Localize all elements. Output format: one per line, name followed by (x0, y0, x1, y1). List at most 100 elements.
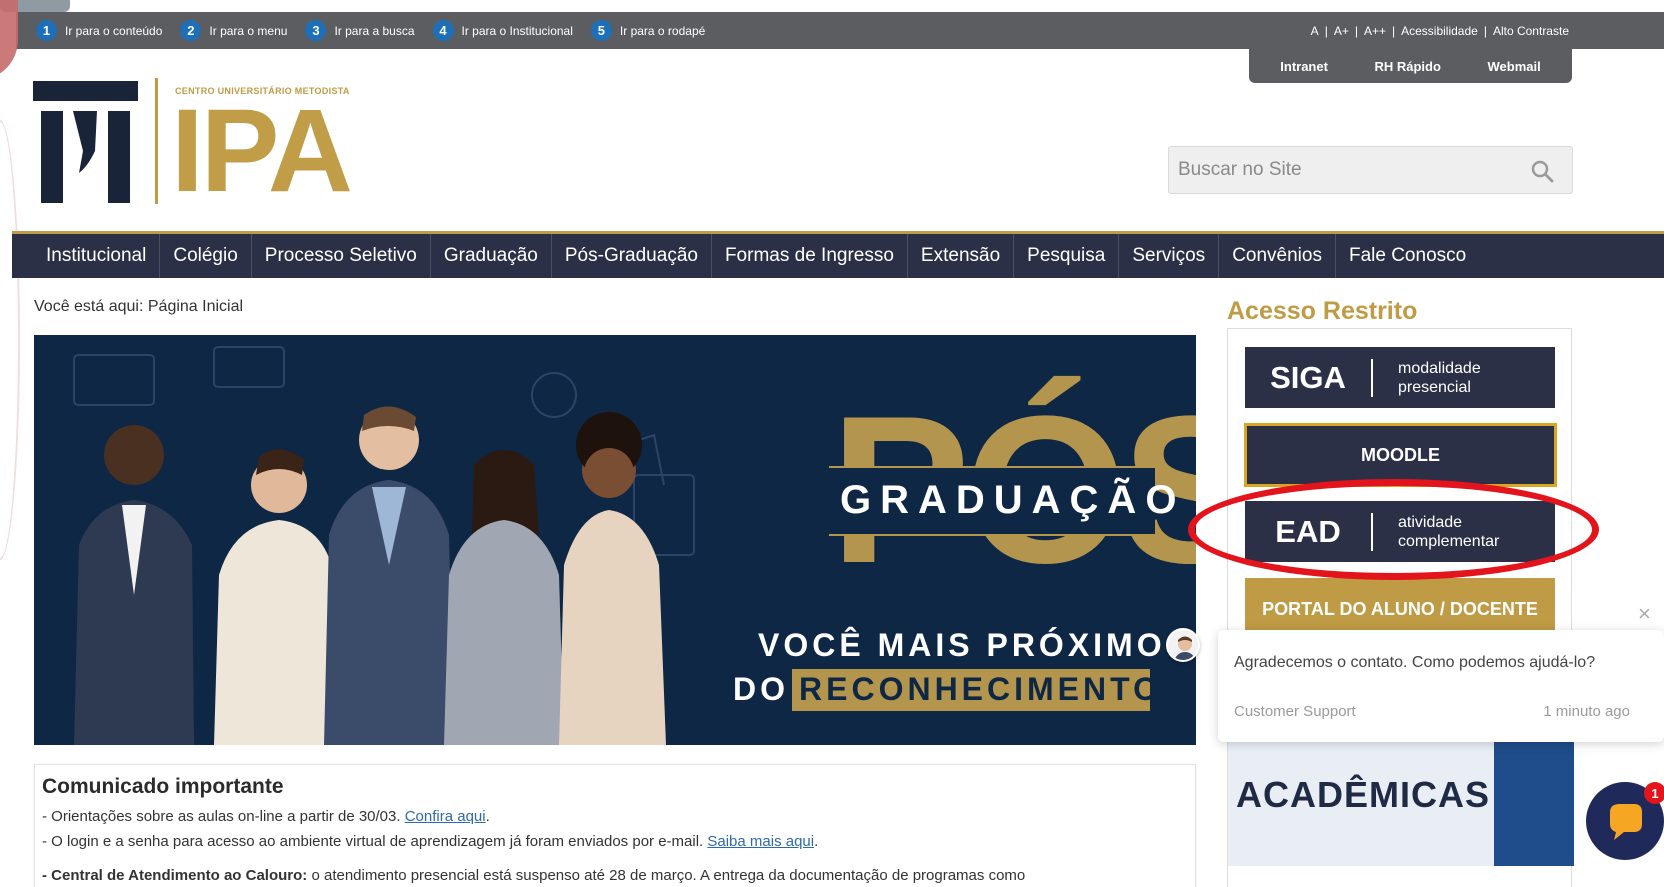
skip-link-footer[interactable]: 5 Ir para o rodapé (590, 20, 706, 41)
skip-number: 1 (36, 20, 57, 41)
accessibility-controls: A | A+ | A++ | Acessibilidade | Alto Con… (1311, 12, 1569, 49)
nav-item-formas-ingresso[interactable]: Formas de Ingresso (712, 234, 908, 278)
separator: | (1391, 23, 1396, 38)
skip-label: Ir para o rodapé (619, 23, 706, 38)
notice-title: Comunicado importante (42, 775, 284, 798)
skip-number: 5 (590, 20, 612, 41)
nav-item-pesquisa[interactable]: Pesquisa (1014, 234, 1120, 278)
main-nav: Institucional Colégio Processo Seletivo … (12, 234, 1664, 278)
academicas-text: ACADÊMICAS (1236, 774, 1491, 815)
confira-aqui-link[interactable]: Confira aqui (405, 808, 486, 825)
siga-subtitle-line1: modalidade (1398, 359, 1481, 377)
search-input[interactable] (1169, 159, 1509, 181)
banner-band-line (829, 534, 1155, 536)
breadcrumb: Você está aqui: Página Inicial (34, 298, 243, 316)
nav-item-convenios[interactable]: Convênios (1219, 234, 1336, 278)
skip-label: Ir para o Institucional (461, 23, 573, 38)
decorative-corner (0, 0, 18, 80)
skip-link-menu[interactable]: 2 Ir para o menu (180, 20, 287, 41)
accessibility-link[interactable]: Acessibilidade (1401, 24, 1478, 38)
skip-links: 1 Ir para o conteúdo 2 Ir para o menu 3 … (36, 20, 723, 41)
decorative-arc (0, 120, 20, 560)
notice-gap (42, 854, 1188, 863)
support-avatar (1166, 628, 1200, 662)
hero-banner[interactable]: PÓS GRADUAÇÃO VOCÊ MAIS PRÓXIMO DO RECON… (34, 335, 1196, 745)
breadcrumb-label: Você está aqui: (34, 298, 144, 315)
chat-time: 1 minuto ago (1543, 703, 1630, 720)
separator: | (1354, 23, 1358, 38)
logo-name: IPA (171, 85, 353, 217)
nav-item-pos-graduacao[interactable]: Pós-Graduação (552, 234, 712, 278)
nav-item-processo-seletivo[interactable]: Processo Seletivo (252, 234, 431, 278)
button-divider (1371, 358, 1373, 397)
nav-item-servicos[interactable]: Serviços (1119, 234, 1220, 278)
banner-slogan-line1: VOCÊ MAIS PRÓXIMO (758, 627, 1166, 663)
skip-label: Ir para a busca (334, 23, 415, 38)
chat-footer: Customer Support 1 minuto ago (1234, 703, 1630, 720)
chat-message: Agradecemos o contato. Como podemos ajud… (1234, 654, 1596, 671)
nav-item-extensao[interactable]: Extensão (908, 234, 1015, 278)
siga-subtitle: modalidade presencial (1398, 359, 1481, 397)
siga-subtitle-line2: presencial (1398, 378, 1471, 396)
tools-tab: Intranet RH Rápido Webmail (1249, 49, 1572, 83)
banner-band-line (829, 466, 1155, 468)
notice-text: - Orientações sobre as aulas on-line a p… (42, 808, 405, 825)
notice-box: Comunicado importante - Orientações sobr… (34, 764, 1196, 887)
notice-line: - Orientações sobre as aulas on-line a p… (42, 804, 1188, 829)
skip-label: Ir para o menu (209, 23, 288, 38)
nav-item-graduacao[interactable]: Graduação (431, 234, 552, 278)
notice-text: o atendimento presencial está suspenso a… (307, 867, 1026, 884)
skip-link-content[interactable]: 1 Ir para o conteúdo (36, 20, 162, 41)
webmail-link[interactable]: Webmail (1487, 59, 1540, 74)
banner-slogan-prefix: DO (733, 671, 789, 707)
notice-bold-text: - Central de Atendimento ao Calouro: (42, 867, 308, 884)
button-divider (1371, 512, 1373, 551)
restricted-access-title: Acesso Restrito (1227, 297, 1418, 325)
chat-agent: Customer Support (1234, 703, 1356, 720)
search-box (1168, 146, 1573, 194)
search-icon[interactable] (1530, 159, 1554, 183)
notice-line: - Central de Atendimento ao Calouro: o a… (42, 863, 1188, 887)
font-increase-more-button[interactable]: A++ (1364, 24, 1386, 38)
nav-item-fale-conosco[interactable]: Fale Conosco (1336, 234, 1479, 278)
ead-subtitle-line1: atividade (1398, 513, 1463, 531)
site-logo[interactable]: CENTRO UNIVERSITÁRIO METODISTA IPA (33, 78, 403, 217)
nav-item-institucional[interactable]: Institucional (12, 234, 161, 278)
ead-subtitle-line2: complementar (1398, 532, 1500, 550)
notice-text: . (485, 808, 490, 825)
moodle-button[interactable]: MOODLE (1244, 423, 1557, 487)
siga-button[interactable]: SIGA modalidade presencial (1245, 347, 1555, 408)
intranet-link[interactable]: Intranet (1280, 59, 1328, 74)
ead-subtitle: atividade complementar (1398, 513, 1499, 551)
nav-item-colegio[interactable]: Colégio (160, 234, 252, 278)
skip-number: 3 (305, 20, 327, 41)
ead-label: EAD (1275, 513, 1341, 549)
chat-popup[interactable]: Agradecemos o contato. Como podemos ajud… (1218, 630, 1664, 742)
skip-label: Ir para o conteúdo (65, 23, 163, 38)
notice-text: - O login e a senha para acesso ao ambie… (42, 833, 708, 850)
banner-graduacao-text: GRADUAÇÃO (840, 478, 1186, 522)
accessibility-bar: 1 Ir para o conteúdo 2 Ir para o menu 3 … (16, 12, 1664, 49)
banner-slogan-highlight: RECONHECIMENTO (799, 671, 1162, 707)
saiba-mais-link[interactable]: Saiba mais aqui (707, 833, 814, 850)
logo-divider (155, 78, 158, 204)
skip-number: 4 (432, 20, 454, 41)
close-icon[interactable]: × (1638, 601, 1651, 627)
skip-link-search[interactable]: 3 Ir para a busca (305, 20, 415, 41)
notice-text: . (814, 833, 819, 850)
font-increase-button[interactable]: A+ (1334, 24, 1349, 38)
skip-number: 2 (180, 20, 202, 41)
people-illustration (73, 346, 695, 745)
separator: | (1483, 23, 1487, 38)
rh-rapido-link[interactable]: RH Rápido (1374, 59, 1440, 74)
breadcrumb-current: Página Inicial (147, 298, 244, 315)
font-normal-button[interactable]: A (1311, 24, 1319, 38)
ipa-mark-icon (33, 81, 138, 203)
separator: | (1324, 23, 1328, 38)
high-contrast-button[interactable]: Alto Contraste (1493, 24, 1569, 38)
chat-notification-badge: 1 (1644, 782, 1664, 804)
skip-link-institutional[interactable]: 4 Ir para o Institucional (432, 20, 573, 41)
notice-line: - O login e a senha para acesso ao ambie… (42, 829, 1188, 854)
ead-button[interactable]: EAD atividade complementar (1245, 501, 1555, 562)
siga-label: SIGA (1270, 359, 1346, 395)
